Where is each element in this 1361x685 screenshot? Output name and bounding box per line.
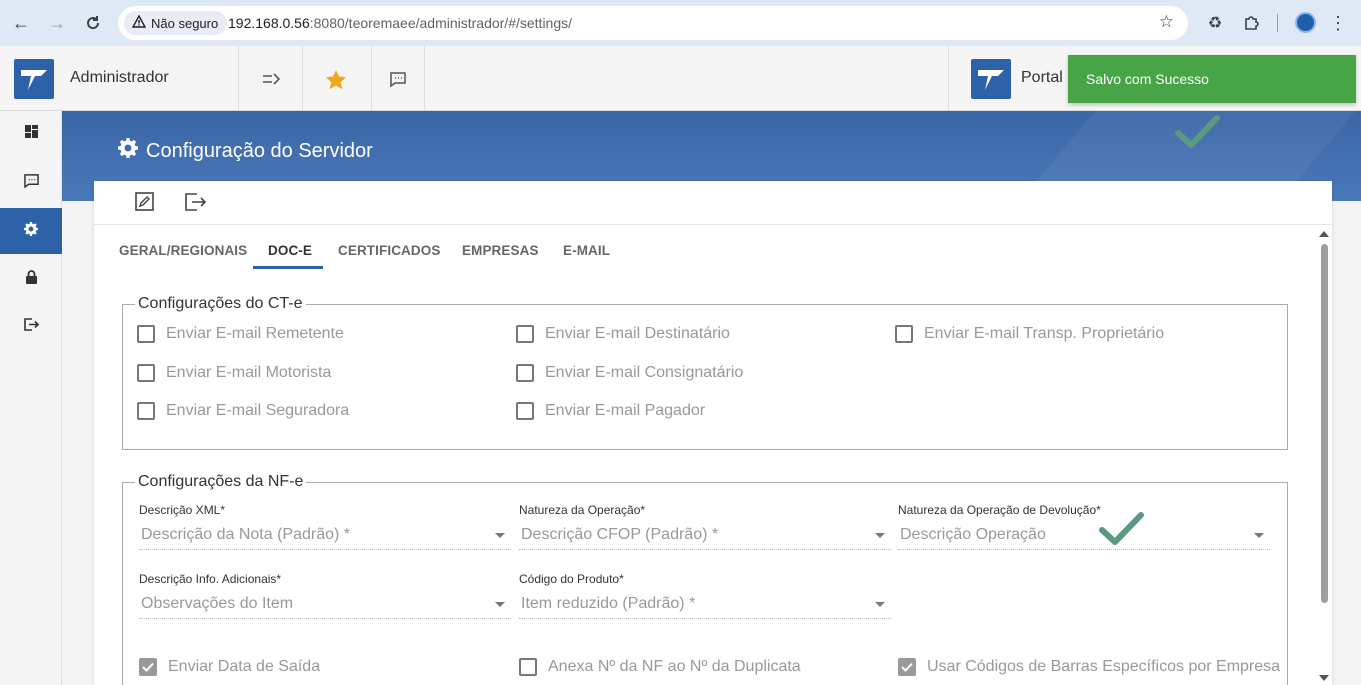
profile-avatar[interactable] xyxy=(1295,12,1316,33)
cte-group: Configurações do CT-e Enviar E-mail Reme… xyxy=(122,295,1288,450)
tab-e-mail[interactable]: E-MAIL xyxy=(563,243,610,258)
checkbox[interactable] xyxy=(137,364,155,382)
checkbox[interactable] xyxy=(895,325,913,343)
portal-logo[interactable] xyxy=(971,59,1011,99)
nfe-legend: Configurações da NF-e xyxy=(135,473,307,491)
checkbox[interactable] xyxy=(516,325,534,343)
natureza-operacao-field: Natureza da Operação* Descrição CFOP (Pa… xyxy=(519,503,891,550)
nfe-option[interactable]: Anexa Nº da NF ao Nº da Duplicata xyxy=(519,658,801,676)
extensions-puzzle-icon[interactable] xyxy=(1240,12,1262,34)
sidebar-item-messages[interactable] xyxy=(0,160,62,206)
descricao-xml-field: Descrição XML* Descrição da Nota (Padrão… xyxy=(139,503,511,550)
scroll-down-arrow-icon[interactable] xyxy=(1319,675,1329,681)
sidebar-item-security[interactable] xyxy=(0,256,62,302)
check-icon xyxy=(1175,113,1221,151)
tab-empresas[interactable]: EMPRESAS xyxy=(462,243,539,258)
info-adicionais-select[interactable]: Observações do Item xyxy=(139,595,511,619)
settings-card: GERAL/REGIONAIS DOC-E CERTIFICADOS EMPRE… xyxy=(94,181,1332,685)
lock-icon xyxy=(25,269,37,289)
card-toolbar xyxy=(94,181,1332,225)
sidebar-item-settings[interactable] xyxy=(0,208,62,254)
app-title: Administrador xyxy=(70,69,169,86)
favorites-star-icon[interactable] xyxy=(323,66,349,92)
cte-option[interactable]: Enviar E-mail Motorista xyxy=(137,364,331,382)
url-text[interactable]: 192.168.0.56:8080/teoremaee/administrado… xyxy=(228,15,572,31)
header-divider xyxy=(371,46,372,111)
dropdown-caret-icon xyxy=(495,602,505,607)
check-icon xyxy=(1099,510,1145,548)
tab-geral-regionais[interactable]: GERAL/REGIONAIS xyxy=(119,243,247,258)
portal-link[interactable]: Portal xyxy=(1021,69,1063,87)
dropdown-caret-icon xyxy=(875,533,885,538)
cte-option[interactable]: Enviar E-mail Destinatário xyxy=(516,325,730,343)
natureza-devolucao-select[interactable]: Descrição Operação xyxy=(898,526,1270,550)
page-title: Configuração do Servidor xyxy=(118,138,373,164)
sidebar-item-logout[interactable] xyxy=(0,304,62,350)
tab-doc-e[interactable]: DOC-E xyxy=(268,243,312,258)
checkbox-checked[interactable] xyxy=(898,658,916,676)
header-divider xyxy=(948,46,949,111)
checkbox[interactable] xyxy=(137,325,155,343)
dashboard-icon xyxy=(24,125,38,143)
checkbox[interactable] xyxy=(137,402,155,420)
card-scrollbar[interactable] xyxy=(1318,228,1330,685)
header-divider xyxy=(302,46,303,111)
tab-bar: GERAL/REGIONAIS DOC-E CERTIFICADOS EMPRE… xyxy=(94,225,1314,269)
checkbox[interactable] xyxy=(516,364,534,382)
dropdown-caret-icon xyxy=(875,602,885,607)
gear-icon xyxy=(118,138,138,164)
cte-legend: Configurações do CT-e xyxy=(135,295,306,313)
tab-certificados[interactable]: CERTIFICADOS xyxy=(338,243,440,258)
chat-icon xyxy=(23,173,39,193)
natureza-operacao-select[interactable]: Descrição CFOP (Padrão) * xyxy=(519,526,891,550)
cte-option[interactable]: Enviar E-mail Consignatário xyxy=(516,364,743,382)
header-divider xyxy=(238,46,239,111)
scroll-up-arrow-icon[interactable] xyxy=(1319,231,1329,237)
extension-recycle-icon[interactable]: ♻ xyxy=(1204,12,1226,34)
scroll-thumb[interactable] xyxy=(1321,244,1328,603)
codigo-produto-field: Código do Produto* Item reduzido (Padrão… xyxy=(519,572,891,619)
address-bar[interactable]: Não seguro 192.168.0.56:8080/teoremaee/a… xyxy=(118,6,1188,40)
menu-toggle-icon[interactable] xyxy=(258,66,284,92)
cte-option[interactable]: Enviar E-mail Transp. Proprietário xyxy=(895,325,1164,343)
cte-option[interactable]: Enviar E-mail Remetente xyxy=(137,325,344,343)
back-arrow-icon[interactable]: ← xyxy=(9,11,33,35)
header-divider xyxy=(424,46,425,111)
dropdown-caret-icon xyxy=(495,533,505,538)
sidebar xyxy=(0,111,62,685)
edit-button[interactable] xyxy=(132,192,156,216)
forward-arrow-icon[interactable]: → xyxy=(45,11,69,35)
exit-button[interactable] xyxy=(184,192,208,216)
codigo-produto-select[interactable]: Item reduzido (Padrão) * xyxy=(519,595,891,619)
security-label: Não seguro xyxy=(151,15,219,31)
edit-icon xyxy=(134,192,154,216)
checkbox-checked[interactable] xyxy=(139,658,157,676)
logout-icon xyxy=(23,318,39,336)
nfe-option[interactable]: Usar Códigos de Barras Específicos por E… xyxy=(898,658,1280,676)
cte-option[interactable]: Enviar E-mail Seguradora xyxy=(137,402,349,420)
browser-menu-icon[interactable]: ⋮ xyxy=(1327,12,1349,34)
app-logo xyxy=(14,59,54,99)
descricao-xml-select[interactable]: Descrição da Nota (Padrão) * xyxy=(139,526,511,550)
info-adicionais-field: Descrição Info. Adicionais* Observações … xyxy=(139,572,511,619)
checkbox[interactable] xyxy=(519,658,537,676)
dropdown-caret-icon xyxy=(1254,533,1264,538)
nfe-option[interactable]: Enviar Data de Saída xyxy=(139,658,320,676)
sidebar-item-dashboard[interactable] xyxy=(0,111,62,157)
active-tab-indicator xyxy=(253,266,323,269)
gear-icon xyxy=(24,221,38,241)
reload-icon[interactable] xyxy=(81,11,105,35)
cte-option[interactable]: Enviar E-mail Pagador xyxy=(516,402,705,420)
checkbox[interactable] xyxy=(516,402,534,420)
warning-icon xyxy=(131,14,147,31)
browser-toolbar: ← → Não seguro 192.168.0.56:8080/teorema… xyxy=(0,0,1361,46)
toolbar-divider xyxy=(1277,14,1278,32)
exit-icon xyxy=(185,192,207,216)
success-toast[interactable]: Salvo com Sucesso xyxy=(1068,55,1356,103)
natureza-devolucao-field: Natureza da Operação de Devolução* Descr… xyxy=(898,503,1270,550)
chat-icon[interactable] xyxy=(385,66,411,92)
bookmark-star-icon[interactable]: ☆ xyxy=(1159,12,1174,32)
security-chip[interactable]: Não seguro xyxy=(124,11,228,35)
